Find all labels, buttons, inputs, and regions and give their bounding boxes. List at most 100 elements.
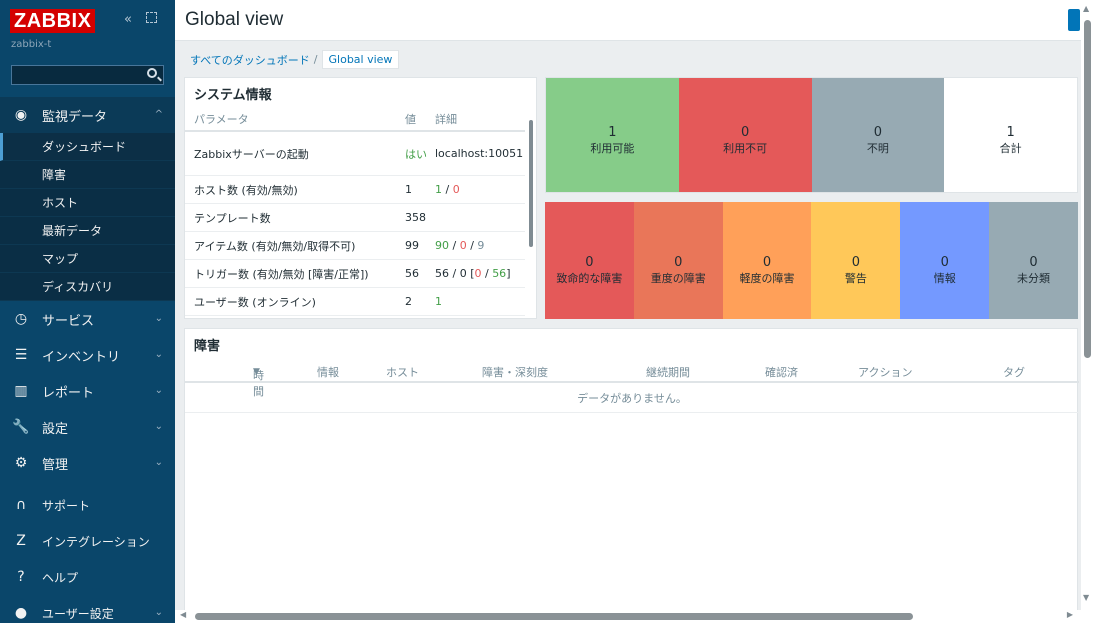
table-row: ユーザー数 (オンライン) 2 1 — [185, 288, 525, 316]
server-name: zabbix-t — [11, 39, 52, 50]
system-info-table: パラメータ 値 詳細 Zabbixサーバーの起動 はい localhost:10… — [185, 108, 525, 316]
severity-warning[interactable]: 0 警告 — [811, 202, 901, 319]
chevron-down-icon: ⌄ — [154, 421, 163, 432]
severity-not-classified[interactable]: 0 未分類 — [989, 202, 1078, 319]
availability-unknown[interactable]: 0 不明 — [811, 78, 945, 192]
menu-monitoring[interactable]: ◉ 監視データ ^ — [0, 97, 175, 133]
enabled-count: 90 — [435, 239, 449, 252]
severity-label: 情報 — [933, 271, 956, 285]
edit-dashboard-button[interactable] — [1068, 9, 1080, 31]
header-value: 値 — [405, 113, 416, 126]
headset-icon: ∩ — [15, 497, 27, 513]
availability-available[interactable]: 1 利用可能 — [546, 78, 679, 192]
severity-average[interactable]: 0 軽度の障害 — [722, 202, 812, 319]
column-tags: タグ — [1003, 366, 1025, 379]
menu-label: 設定 — [42, 421, 69, 437]
menu-integrations[interactable]: Z インテグレーション — [0, 523, 175, 559]
separator: / — [481, 267, 493, 280]
submenu-discovery[interactable]: ディスカバリ — [0, 273, 175, 301]
availability-count: 0 — [873, 125, 883, 140]
column-host[interactable]: ホスト — [386, 364, 419, 380]
page-horizontal-scrollbar[interactable]: ◀ ▶ — [175, 610, 1081, 623]
enabled-count: 1 — [435, 183, 442, 196]
menu-label: ヘルプ — [42, 570, 79, 585]
ok-count: 56 — [492, 267, 507, 280]
clock-icon: ◷ — [14, 311, 28, 327]
availability-total[interactable]: 1 合計 — [944, 78, 1077, 192]
severity-count: 0 — [762, 254, 772, 270]
chevron-down-icon: ⌄ — [154, 607, 163, 618]
severity-count: 0 — [851, 254, 861, 270]
submenu-maps[interactable]: マップ — [0, 245, 175, 273]
value-cell: 56 — [405, 267, 419, 280]
param-cell: トリガー数 (有効/無効 [障害/正常]) — [194, 267, 369, 281]
logo-row: ZABBIX — [10, 9, 96, 33]
search-icon[interactable] — [147, 68, 157, 78]
chevron-up-icon: ^ — [154, 109, 163, 120]
widget-title: システム情報 — [194, 88, 272, 103]
submenu-hosts[interactable]: ホスト — [0, 189, 175, 217]
collapse-sidebar-icon[interactable]: « — [124, 12, 132, 27]
detail-cell: 1 — [435, 295, 442, 308]
severity-high[interactable]: 0 重度の障害 — [633, 202, 723, 319]
scrollbar-thumb[interactable] — [1084, 20, 1091, 358]
header-detail: 詳細 — [435, 113, 457, 126]
menu-label: インベントリ — [42, 349, 121, 365]
menu-inventory[interactable]: ☰ インベントリ ⌄ — [0, 337, 175, 373]
zabbix-logo[interactable]: ZABBIX — [10, 9, 96, 33]
no-data-message: データがありません。 — [185, 385, 1079, 413]
menu-user-settings[interactable]: ● ユーザー設定 ⌄ — [0, 595, 175, 623]
search-input[interactable] — [11, 65, 164, 85]
scroll-down-icon[interactable]: ▼ — [1083, 593, 1089, 602]
availability-unavailable[interactable]: 0 利用不可 — [678, 78, 812, 192]
scroll-left-icon[interactable]: ◀ — [180, 610, 186, 619]
submenu-problems[interactable]: 障害 — [0, 161, 175, 189]
availability-label: 利用不可 — [723, 142, 768, 155]
menu-support[interactable]: ∩ サポート — [0, 487, 175, 523]
sidebar: ZABBIX « zabbix-t ◉ 監視データ ^ ダッシュボード 障害 ホ… — [0, 0, 175, 623]
menu-label: インテグレーション — [42, 534, 150, 549]
breadcrumb-current[interactable]: Global view — [321, 50, 400, 69]
submenu-latest-data[interactable]: 最新データ — [0, 217, 175, 245]
menu-configuration[interactable]: 🔧 設定 ⌄ — [0, 409, 175, 445]
detail-cell: localhost:10051 — [435, 147, 524, 160]
trigger-prefix: 56 / 0 [ — [435, 267, 475, 280]
scrollbar-thumb[interactable] — [195, 613, 913, 620]
breadcrumb: すべてのダッシュボード / Global view — [190, 50, 400, 69]
severity-disaster[interactable]: 0 致命的な障害 — [545, 202, 634, 319]
trigger-suffix: ] — [506, 267, 511, 280]
monitoring-submenu: ダッシュボード 障害 ホスト 最新データ マップ ディスカバリ — [0, 133, 175, 301]
header-param: パラメータ — [194, 113, 249, 126]
problems-by-severity-widget: 0 致命的な障害 0 重度の障害 0 軽度の障害 0 警告 0 情報 0 未分類 — [545, 202, 1078, 319]
menu-administration[interactable]: ⚙ 管理 ⌄ — [0, 445, 175, 481]
menu-services[interactable]: ◷ サービス ⌄ — [0, 301, 175, 337]
param-cell: アイテム数 (有効/無効/取得不可) — [194, 239, 356, 253]
table-row: トリガー数 (有効/無効 [障害/正常]) 56 56 / 0 [0 / 56] — [185, 260, 525, 288]
menu-reports[interactable]: ▥ レポート ⌄ — [0, 373, 175, 409]
severity-label: 重度の障害 — [650, 271, 706, 285]
gear-icon: ⚙ — [14, 455, 28, 471]
column-duration: 継続期間 — [646, 366, 690, 379]
scroll-right-icon[interactable]: ▶ — [1067, 610, 1073, 619]
param-cell: ホスト数 (有効/無効) — [194, 183, 298, 197]
column-problem-severity[interactable]: 障害・深刻度 — [482, 364, 548, 380]
availability-label: 利用可能 — [590, 142, 635, 155]
severity-information[interactable]: 0 情報 — [900, 202, 990, 319]
breadcrumb-all-dashboards[interactable]: すべてのダッシュボード — [190, 52, 310, 68]
severity-count: 0 — [1029, 254, 1038, 270]
availability-label: 不明 — [866, 142, 889, 155]
widget-scrollbar[interactable] — [529, 112, 533, 247]
submenu-dashboard[interactable]: ダッシュボード — [0, 133, 175, 161]
scrollbar-thumb[interactable] — [529, 120, 533, 247]
page-vertical-scrollbar[interactable]: ▲ ▼ — [1081, 0, 1094, 608]
menu-label: 管理 — [42, 457, 69, 473]
page-header: Global view — [175, 0, 1094, 41]
scroll-up-icon[interactable]: ▲ — [1083, 4, 1089, 13]
menu-help[interactable]: ? ヘルプ — [0, 559, 175, 595]
integration-icon: Z — [16, 533, 26, 549]
disabled-count: 0 — [452, 183, 460, 196]
chevron-down-icon: ⌄ — [154, 457, 163, 468]
kiosk-mode-icon[interactable] — [146, 12, 157, 23]
main-menu: ◉ 監視データ ^ ダッシュボード 障害 ホスト 最新データ マップ ディスカバ… — [0, 97, 175, 481]
value-cell: はい — [405, 147, 427, 161]
